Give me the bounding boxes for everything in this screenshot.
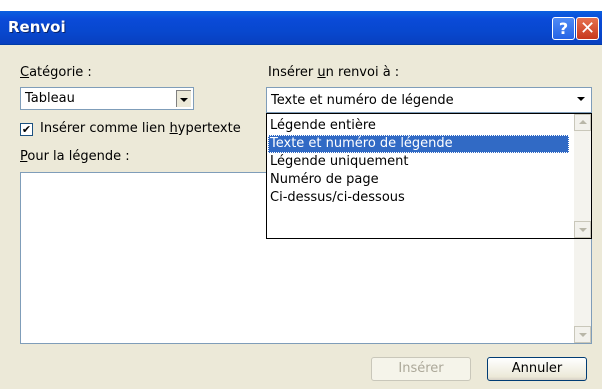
title-bar: Renvoi ? ✕	[0, 11, 602, 45]
hyperlink-label[interactable]: Insérer comme lien hypertexte	[40, 121, 241, 136]
insert-ref-select[interactable]: Texte et numéro de légende	[266, 87, 592, 113]
insert-button[interactable]: Insérer	[371, 357, 471, 381]
hyperlink-label-post: ypertexte	[177, 121, 241, 136]
dropdown-option[interactable]: Légende uniquement	[268, 153, 569, 171]
insert-ref-label: Insérer un renvoi à :	[268, 65, 399, 80]
hyperlink-label-pre: Insérer comme lien	[40, 121, 170, 136]
dropdown-option[interactable]: Légende entière	[268, 117, 569, 135]
chevron-down-icon[interactable]	[573, 89, 590, 111]
heading-fragment	[0, 0, 602, 11]
help-button[interactable]: ?	[552, 17, 575, 40]
chevron-down-icon[interactable]	[175, 89, 192, 108]
scroll-down-icon[interactable]	[574, 221, 591, 238]
insert-ref-label-post: n renvoi à :	[325, 65, 400, 80]
dropdown-option-selected[interactable]: Texte et numéro de légende	[268, 135, 569, 153]
scroll-up-icon[interactable]	[574, 114, 591, 131]
dropdown-option[interactable]: Ci-dessus/ci-dessous	[268, 189, 569, 207]
for-caption-label-rest: our la légende :	[27, 149, 130, 164]
dropdown-scrollbar[interactable]	[574, 114, 591, 238]
category-label-rest: atégorie :	[29, 65, 92, 80]
scroll-down-icon[interactable]	[574, 326, 591, 343]
hyperlink-checkbox[interactable]: ✔	[20, 123, 33, 136]
category-label-accel: C	[20, 65, 30, 80]
category-select[interactable]: Tableau	[20, 87, 194, 110]
cross-reference-dialog: Renvoi ? ✕ Catégorie : Tableau Insérer u…	[0, 11, 602, 389]
insert-ref-value: Texte et numéro de légende	[271, 93, 454, 108]
for-caption-label: Pour la légende :	[20, 149, 130, 164]
dialog-title: Renvoi	[8, 18, 66, 36]
checkmark-icon: ✔	[21, 123, 32, 136]
insert-ref-dropdown[interactable]: Légende entière Texte et numéro de légen…	[266, 113, 592, 239]
cancel-button[interactable]: Annuler	[487, 357, 587, 381]
dropdown-option[interactable]: Numéro de page	[268, 171, 569, 189]
insert-ref-label-accel: u	[317, 65, 326, 80]
category-label: Catégorie :	[20, 65, 92, 80]
insert-ref-label-pre: Insérer	[268, 65, 318, 80]
hyperlink-label-accel: h	[169, 121, 178, 136]
category-value: Tableau	[25, 91, 75, 106]
close-button[interactable]: ✕	[576, 17, 599, 40]
